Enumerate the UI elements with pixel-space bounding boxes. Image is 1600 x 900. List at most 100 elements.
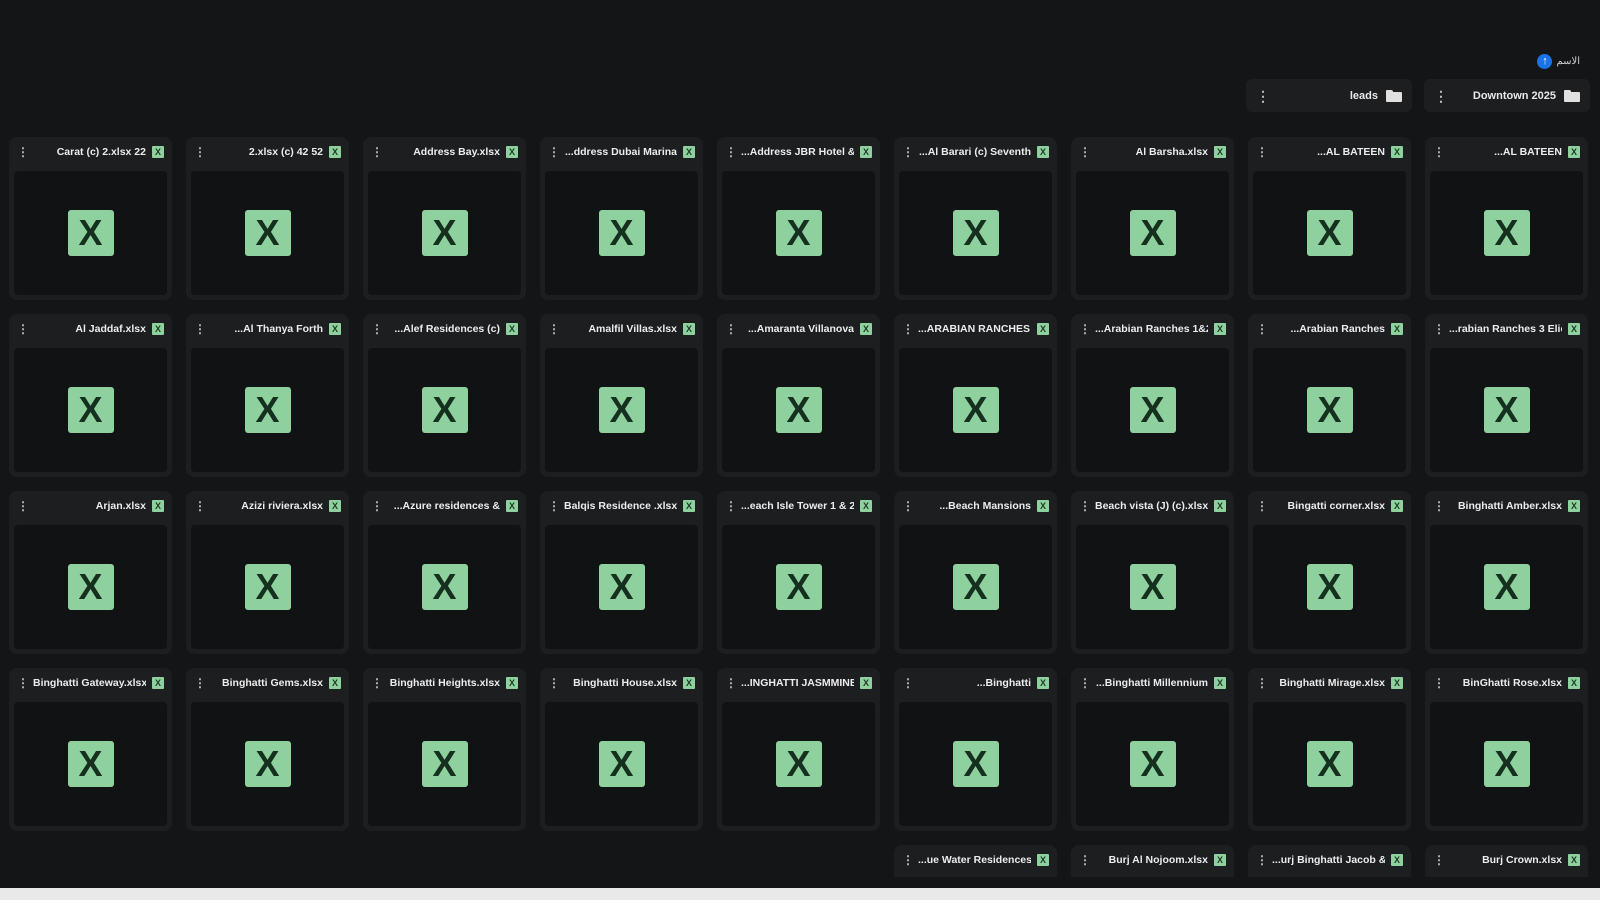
folder-card[interactable]: ⋮ Downtown 2025 — [1424, 79, 1590, 112]
file-card[interactable]: ⋮ Binghatti Gems.xlsx X X — [186, 668, 349, 831]
more-options-icon[interactable]: ⋮ — [1433, 500, 1445, 512]
more-options-icon[interactable]: ⋮ — [1433, 854, 1445, 866]
more-options-icon[interactable]: ⋮ — [17, 500, 29, 512]
file-card[interactable]: ⋮ Binghatti Gateway.xlsx X X — [9, 668, 172, 831]
file-name: Binghatti Gems.xlsx — [222, 677, 323, 689]
file-card[interactable]: ⋮ Burj Crown.xlsx X — [1425, 845, 1588, 877]
more-options-icon[interactable]: ⋮ — [17, 323, 29, 335]
more-options-icon[interactable]: ⋮ — [725, 677, 737, 689]
excel-thumbnail-icon: X — [952, 741, 999, 787]
more-options-icon[interactable]: ⋮ — [1256, 89, 1270, 103]
excel-thumbnail-icon: X — [952, 210, 999, 256]
more-options-icon[interactable]: ⋮ — [902, 677, 914, 689]
file-card[interactable]: ⋮ Beach vista (J) (c).xlsx X X — [1071, 491, 1234, 654]
file-card[interactable]: ⋮ ...Alef Residences (c) X X — [363, 314, 526, 477]
more-options-icon[interactable]: ⋮ — [1433, 677, 1445, 689]
file-card[interactable]: ⋮ ...Address JBR Hotel & X X — [717, 137, 880, 300]
file-card[interactable]: ⋮ Binghatti House.xlsx X X — [540, 668, 703, 831]
file-card[interactable]: ⋮ ...Binghatti X X — [894, 668, 1057, 831]
file-card[interactable]: ⋮ Binghatti Amber.xlsx X X — [1425, 491, 1588, 654]
more-options-icon[interactable]: ⋮ — [902, 500, 914, 512]
file-card[interactable]: ⋮ Azizi riviera.xlsx X X — [186, 491, 349, 654]
more-options-icon[interactable]: ⋮ — [17, 677, 29, 689]
file-card[interactable]: ⋮ Al Jaddaf.xlsx X X — [9, 314, 172, 477]
more-options-icon[interactable]: ⋮ — [548, 677, 560, 689]
folder-card[interactable]: ⋮ leads — [1246, 79, 1412, 112]
file-card[interactable]: ⋮ BinGhatti Rose.xlsx X X — [1425, 668, 1588, 831]
file-card[interactable]: ⋮ ...Azure residences & X X — [363, 491, 526, 654]
more-options-icon[interactable]: ⋮ — [1079, 677, 1091, 689]
file-name: ...Amaranta Villanova — [747, 323, 854, 335]
sort-arrow-up-icon[interactable]: ↑ — [1537, 54, 1553, 69]
file-name: Burj Al Nojoom.xlsx — [1108, 854, 1208, 866]
more-options-icon[interactable]: ⋮ — [725, 323, 737, 335]
more-options-icon[interactable]: ⋮ — [1434, 89, 1448, 103]
file-card[interactable]: ⋮ ...each Isle Tower 1 & 2 X X — [717, 491, 880, 654]
more-options-icon[interactable]: ⋮ — [371, 677, 383, 689]
file-card[interactable]: ⋮ ...Arabian Ranches X X — [1248, 314, 1411, 477]
file-thumbnail: X — [368, 171, 521, 295]
more-options-icon[interactable]: ⋮ — [1433, 146, 1445, 158]
file-card[interactable]: ⋮ ...ARABIAN RANCHES - X X — [894, 314, 1057, 477]
file-card[interactable]: ⋮ ...Al Thanya Forth X X — [186, 314, 349, 477]
more-options-icon[interactable]: ⋮ — [371, 323, 383, 335]
more-options-icon[interactable]: ⋮ — [17, 146, 29, 158]
file-card[interactable]: ⋮ Binghatti Heights.xlsx X X — [363, 668, 526, 831]
file-card[interactable]: ⋮ Binghatti Mirage.xlsx X X — [1248, 668, 1411, 831]
file-thumbnail: X — [1076, 348, 1229, 472]
more-options-icon[interactable]: ⋮ — [1079, 146, 1091, 158]
file-card[interactable]: ⋮ Burj Al Nojoom.xlsx X — [1071, 845, 1234, 877]
excel-thumbnail-icon: X — [67, 387, 114, 433]
file-card[interactable]: ⋮ ...AL BATEEN X X — [1425, 137, 1588, 300]
more-options-icon[interactable]: ⋮ — [548, 146, 560, 158]
more-options-icon[interactable]: ⋮ — [194, 677, 206, 689]
more-options-icon[interactable]: ⋮ — [1256, 146, 1268, 158]
more-options-icon[interactable]: ⋮ — [194, 146, 206, 158]
file-card[interactable]: ⋮ Arjan.xlsx X X — [9, 491, 172, 654]
more-options-icon[interactable]: ⋮ — [902, 323, 914, 335]
file-card[interactable]: ⋮ ...INGHATTI JASMMINE X X — [717, 668, 880, 831]
file-card[interactable]: ⋮ Balqis Residence .xlsx X X — [540, 491, 703, 654]
more-options-icon[interactable]: ⋮ — [371, 146, 383, 158]
more-options-icon[interactable]: ⋮ — [1256, 500, 1268, 512]
more-options-icon[interactable]: ⋮ — [194, 323, 206, 335]
more-options-icon[interactable]: ⋮ — [1256, 854, 1268, 866]
more-options-icon[interactable]: ⋮ — [1256, 323, 1268, 335]
file-card[interactable]: ⋮ Bingatti corner.xlsx X X — [1248, 491, 1411, 654]
file-card[interactable]: ⋮ ...Amaranta Villanova X X — [717, 314, 880, 477]
file-card[interactable]: ⋮ ...Arabian Ranches 1&2 X X — [1071, 314, 1234, 477]
file-card-header: ⋮ ...AL BATEEN X — [1425, 137, 1588, 167]
more-options-icon[interactable]: ⋮ — [725, 146, 737, 158]
file-card[interactable]: ⋮ ...rabian Ranches 3 Elie X X — [1425, 314, 1588, 477]
file-card-header: ⋮ Burj Crown.xlsx X — [1425, 845, 1588, 875]
more-options-icon[interactable]: ⋮ — [1433, 323, 1445, 335]
file-card[interactable]: ⋮ 2.xlsx (c) 42 52 X X — [186, 137, 349, 300]
file-card[interactable]: ⋮ Al Barsha.xlsx X X — [1071, 137, 1234, 300]
excel-thumbnail-icon: X — [244, 564, 291, 610]
file-card[interactable]: ⋮ Address Bay.xlsx X X — [363, 137, 526, 300]
more-options-icon[interactable]: ⋮ — [1079, 323, 1091, 335]
file-thumbnail: X — [1253, 171, 1406, 295]
more-options-icon[interactable]: ⋮ — [194, 500, 206, 512]
more-options-icon[interactable]: ⋮ — [548, 500, 560, 512]
more-options-icon[interactable]: ⋮ — [725, 500, 737, 512]
more-options-icon[interactable]: ⋮ — [902, 146, 914, 158]
more-options-icon[interactable]: ⋮ — [902, 854, 914, 866]
excel-thumbnail-icon: X — [775, 564, 822, 610]
more-options-icon[interactable]: ⋮ — [1256, 677, 1268, 689]
file-card[interactable]: ⋮ Amalfil Villas.xlsx X X — [540, 314, 703, 477]
more-options-icon[interactable]: ⋮ — [1079, 854, 1091, 866]
sort-indicator[interactable]: الاسم ↑ — [1537, 54, 1580, 69]
more-options-icon[interactable]: ⋮ — [1079, 500, 1091, 512]
file-card[interactable]: ⋮ ...ue Water Residences X — [894, 845, 1057, 877]
file-card[interactable]: ⋮ ...AL BATEEN X X — [1248, 137, 1411, 300]
more-options-icon[interactable]: ⋮ — [371, 500, 383, 512]
file-card[interactable]: ⋮ ...Binghatti Millennium X X — [1071, 668, 1234, 831]
file-card[interactable]: ⋮ ...Al Barari (c) Seventh X X — [894, 137, 1057, 300]
file-card[interactable]: ⋮ Carat (c) 2.xlsx 22 X X — [9, 137, 172, 300]
file-card[interactable]: ⋮ ...ddress Dubai Marina X X — [540, 137, 703, 300]
file-card[interactable]: ⋮ ...Beach Mansions X X — [894, 491, 1057, 654]
file-card[interactable]: ⋮ ...urj Binghatti Jacob & X — [1248, 845, 1411, 877]
more-options-icon[interactable]: ⋮ — [548, 323, 560, 335]
excel-file-icon: X — [1568, 677, 1580, 689]
